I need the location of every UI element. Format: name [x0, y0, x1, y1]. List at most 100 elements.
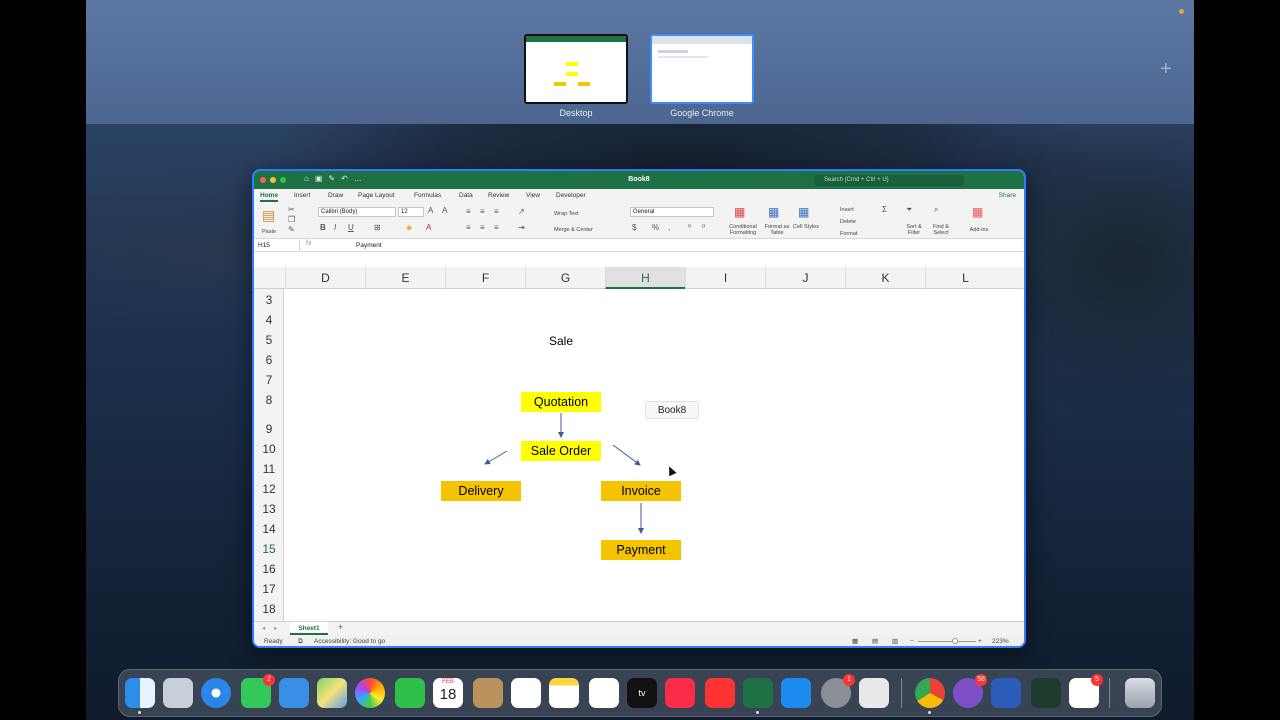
fill-color-icon[interactable]: ◈	[406, 223, 412, 232]
mail-icon[interactable]	[279, 678, 309, 708]
worksheet-grid[interactable]: Sale Quotation Sale Order Delivery Invoi…	[285, 289, 1024, 621]
font-color-icon[interactable]: A	[426, 223, 431, 232]
percent-icon[interactable]: %	[652, 223, 659, 232]
column-header-f[interactable]: F	[445, 267, 525, 289]
cut-icon[interactable]: ✂	[288, 205, 295, 214]
bold-icon[interactable]: B	[320, 223, 326, 232]
conditional-formatting-label[interactable]: Conditional Formatting	[724, 224, 762, 236]
trash-icon[interactable]	[1125, 678, 1155, 708]
copy-icon[interactable]: ❐	[288, 215, 295, 224]
align-middle-icon[interactable]: ≡	[480, 207, 485, 216]
dash-icon[interactable]	[1031, 678, 1061, 708]
word-icon[interactable]	[991, 678, 1021, 708]
excel-app-icon[interactable]	[743, 678, 773, 708]
cell-styles-icon[interactable]: ▦	[798, 205, 809, 219]
delete-cells-button[interactable]: Delete	[840, 219, 856, 225]
increase-font-icon[interactable]: A	[428, 206, 433, 215]
accessibility-status[interactable]: Accessibility: Good to go	[314, 635, 385, 646]
row-header[interactable]: 10	[254, 442, 284, 456]
conditional-formatting-icon[interactable]: ▦	[734, 205, 745, 219]
font-size-select[interactable]: 12	[398, 207, 424, 217]
formula-input[interactable]: Payment	[356, 241, 382, 250]
safari-icon[interactable]	[201, 678, 231, 708]
row-header[interactable]: 14	[254, 522, 284, 536]
zoom-slider[interactable]	[918, 641, 976, 642]
sort-filter-label[interactable]: Sort & Filter	[902, 224, 926, 236]
row-header[interactable]: 4	[254, 313, 284, 327]
column-header-k[interactable]: K	[845, 267, 925, 289]
find-select-label[interactable]: Find & Select	[928, 224, 954, 236]
tab-developer[interactable]: Developer	[556, 192, 586, 199]
decrease-decimal-icon[interactable]: ⁰	[702, 223, 705, 232]
insert-cells-button[interactable]: Insert	[840, 207, 854, 213]
tab-draw[interactable]: Draw	[328, 192, 343, 199]
share-button[interactable]: Share	[999, 192, 1016, 199]
decrease-font-icon[interactable]: A	[442, 206, 447, 215]
row-header[interactable]: 11	[254, 462, 284, 476]
zoom-out-icon[interactable]: −	[910, 635, 914, 646]
apple-tv-icon[interactable]: tv	[627, 678, 657, 708]
align-top-icon[interactable]: ≡	[466, 207, 471, 216]
add-space-icon[interactable]: +	[1160, 58, 1172, 81]
paste-icon[interactable]: ▤	[262, 207, 275, 224]
italic-icon[interactable]: I	[334, 223, 336, 232]
sheet-tab-sheet1[interactable]: Sheet1	[290, 622, 328, 635]
row-header[interactable]: 6	[254, 353, 284, 367]
sheet-nav-prev-icon[interactable]: ◂	[262, 624, 265, 632]
contacts-icon[interactable]	[473, 678, 503, 708]
page-layout-view-icon[interactable]: ▤	[872, 635, 878, 646]
row-header[interactable]: 18	[254, 602, 284, 616]
row-header-selected[interactable]: 15	[254, 542, 284, 556]
number-format-select[interactable]: General	[630, 207, 714, 217]
notes-icon[interactable]	[549, 678, 579, 708]
column-header-e[interactable]: E	[365, 267, 445, 289]
iphone-mirroring-icon[interactable]	[859, 678, 889, 708]
search-input[interactable]: Search (Cmd + Ctrl + U)	[814, 175, 964, 186]
page-break-view-icon[interactable]: ▥	[892, 635, 898, 646]
indent-icon[interactable]: ⇥	[518, 223, 525, 232]
column-header-d[interactable]: D	[285, 267, 365, 289]
finder-icon[interactable]	[125, 678, 155, 708]
reminders-icon[interactable]	[511, 678, 541, 708]
calendar-icon[interactable]: FEB 18	[433, 678, 463, 708]
format-painter-icon[interactable]: ✎	[288, 225, 295, 234]
viber-icon[interactable]: 58	[953, 674, 987, 708]
align-right-icon[interactable]: ≡	[494, 223, 499, 232]
messages-icon[interactable]: 2	[241, 674, 275, 708]
system-settings-icon[interactable]: 1	[821, 674, 855, 708]
normal-view-icon[interactable]: ▦	[852, 635, 858, 646]
row-header[interactable]: 17	[254, 582, 284, 596]
align-bottom-icon[interactable]: ≡	[494, 207, 499, 216]
setapp-icon[interactable]: 5	[1069, 674, 1103, 708]
align-center-icon[interactable]: ≡	[480, 223, 485, 232]
format-as-table-icon[interactable]: ▦	[768, 205, 779, 219]
currency-icon[interactable]: $	[632, 223, 636, 232]
add-ins-label[interactable]: Add-ins	[964, 227, 994, 233]
autosum-icon[interactable]: Σ	[882, 205, 887, 214]
fx-icon[interactable]: fx	[306, 240, 311, 247]
facetime-icon[interactable]	[395, 678, 425, 708]
zoom-in-icon[interactable]: +	[978, 635, 982, 646]
align-left-icon[interactable]: ≡	[466, 223, 471, 232]
font-name-select[interactable]: Calibri (Body)	[318, 207, 396, 217]
column-header-g[interactable]: G	[525, 267, 605, 289]
space-thumbnail-desktop[interactable]	[524, 34, 628, 104]
chrome-icon[interactable]	[915, 678, 945, 708]
name-box[interactable]: H15	[258, 241, 300, 250]
freeform-icon[interactable]	[589, 678, 619, 708]
row-header[interactable]: 3	[254, 293, 284, 307]
tab-view[interactable]: View	[526, 192, 540, 199]
space-thumbnail-chrome[interactable]	[650, 34, 754, 104]
format-cells-button[interactable]: Format	[840, 231, 857, 237]
column-header-h[interactable]: H	[605, 267, 685, 289]
music-icon[interactable]	[665, 678, 695, 708]
format-as-table-label[interactable]: Format as Table	[762, 224, 792, 236]
wrap-text-button[interactable]: Wrap Text	[554, 211, 579, 217]
sheet-nav-next-icon[interactable]: ▸	[274, 624, 277, 632]
tab-page-layout[interactable]: Page Layout	[358, 192, 395, 199]
photos-icon[interactable]	[355, 678, 385, 708]
add-sheet-icon[interactable]: +	[338, 622, 343, 632]
sort-filter-icon[interactable]: ⏷	[906, 205, 912, 215]
tab-formulas[interactable]: Formulas	[414, 192, 441, 199]
tab-insert[interactable]: Insert	[294, 192, 310, 199]
